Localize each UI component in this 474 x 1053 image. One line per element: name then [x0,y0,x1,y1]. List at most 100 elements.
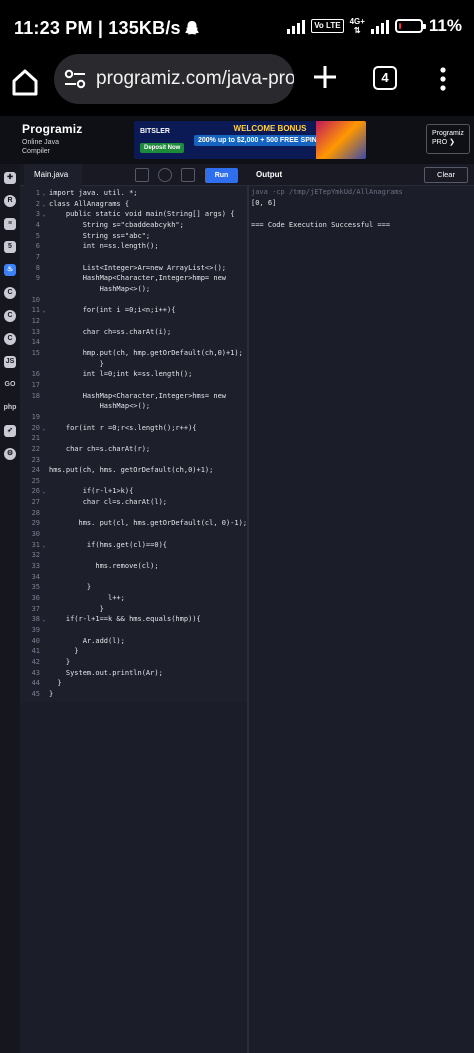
theme-toggle-icon[interactable] [158,168,172,182]
code-line[interactable]: 43 System.out.println(Ar); [20,668,247,679]
code-line[interactable]: 2 ⌄ class AllAnagrams { [20,199,247,210]
code-line[interactable]: 37 } [20,604,247,615]
fold-chevron-icon[interactable]: ⌄ [42,188,46,199]
code-line[interactable]: 12 [20,316,247,327]
code-line[interactable]: 31 ⌄ if(hms.get(cl)==0){ [20,540,247,551]
code-line[interactable]: 29 hms. put(cl, hms.getOrDefault(cl, 0)-… [20,518,248,529]
code-text[interactable]: String s="cbaddeabcykh"; [49,220,184,231]
fold-chevron-icon[interactable]: ⌄ [42,209,46,220]
url-text[interactable]: programiz.com/java-progra [96,68,294,90]
code-line[interactable]: 7 [20,252,247,263]
code-line[interactable]: 22 char ch=s.charAt(r); [20,444,247,455]
code-text[interactable]: char ch=s.charAt(r); [49,444,150,455]
code-text[interactable]: HashMap<Character,Integer>hmp= new [49,273,226,284]
code-line[interactable]: 9 HashMap<Character,Integer>hmp= new [20,273,247,284]
code-editor[interactable]: 1 ⌄ import java. util. *; 2 ⌄ class AllAnagra… [20,186,247,702]
code-text[interactable]: l++; [49,593,125,604]
code-line[interactable]: 16 int l=0;int k=ss.length(); [20,369,247,380]
code-line[interactable]: 13 char ch=ss.charAt(i); [20,327,247,338]
code-text[interactable]: for(int r =0;r<s.length();r++){ [49,423,197,434]
c-icon[interactable]: C [0,281,20,304]
home-icon[interactable] [10,67,40,97]
code-line[interactable]: 1 ⌄ import java. util. *; [20,188,247,199]
code-text[interactable]: if(r-l+1>k){ [49,486,134,497]
code-text[interactable]: import java. util. *; [49,188,138,199]
programiz-pro-button[interactable]: Programiz PRO ❯ [426,124,470,154]
rust-icon[interactable]: ⚙ [0,442,20,465]
code-line[interactable]: 36 l++; [20,593,247,604]
go-icon[interactable]: GO [0,373,20,396]
python-icon[interactable]: ✚ [0,166,20,189]
code-line[interactable]: 28 [20,508,247,519]
code-line[interactable]: } [20,359,247,370]
swift-icon[interactable]: ➶ [0,419,20,442]
code-text[interactable]: char cl=s.charAt(l); [49,497,167,508]
code-text[interactable]: HashMap<Character,Integer>hms= new [49,391,226,402]
address-bar[interactable]: programiz.com/java-progra [54,54,294,104]
editor-empty-area[interactable] [20,702,247,1053]
code-line[interactable]: 42 } [20,657,247,668]
code-line[interactable]: 44 } [20,678,247,689]
code-text[interactable]: int n=ss.length(); [49,241,159,252]
code-line[interactable]: 6 int n=ss.length(); [20,241,247,252]
code-text[interactable]: for(int i =0;i<n;i++){ [49,305,176,316]
code-text[interactable]: hmp.put(ch, hmp.getOrDefault(ch,0)+1); [49,348,243,359]
ad-deposit-button[interactable]: Deposit Now [140,143,185,153]
code-text[interactable]: } [49,678,61,689]
run-button[interactable]: Run [205,168,238,183]
code-line[interactable]: 30 [20,529,247,540]
code-line[interactable]: 33 hms.remove(cl); [20,561,247,572]
javascript-icon[interactable]: JS [0,350,20,373]
sql-icon[interactable]: ≡ [0,212,20,235]
code-line[interactable]: 21 [20,433,247,444]
cpp-icon[interactable]: C [0,304,20,327]
code-line[interactable]: 3 ⌄ public static void main(String[] args… [20,209,247,220]
code-line[interactable]: 8 List<Integer>Ar=new ArrayList<>(); [20,263,247,274]
code-line[interactable]: 24 hms.put(ch, hms. getOrDefault(ch,0)+1)… [20,465,247,476]
code-line[interactable]: 39 [20,625,247,636]
code-line[interactable]: 19 [20,412,247,423]
code-line[interactable]: 10 [20,295,247,306]
code-line[interactable]: 5 String ss="abc"; [20,231,247,242]
code-text[interactable]: } [49,657,70,668]
share-icon[interactable] [181,168,195,182]
code-line[interactable]: 23 [20,455,247,466]
code-line[interactable]: HashMap<>(); [20,284,247,295]
more-options-icon[interactable] [438,66,448,92]
file-tab-main-java[interactable]: Main.java [24,164,82,186]
code-line[interactable]: 18 HashMap<Character,Integer>hms= new [20,391,247,402]
html-icon[interactable]: 5 [0,235,20,258]
fold-chevron-icon[interactable]: ⌄ [42,540,46,551]
code-text[interactable]: hms. put(cl, hms.getOrDefault(cl, 0)-1); [49,518,248,529]
fullscreen-icon[interactable] [135,168,149,182]
code-line[interactable]: 4 String s="cbaddeabcykh"; [20,220,247,231]
code-text[interactable]: } [49,646,78,657]
code-line[interactable]: 17 [20,380,247,391]
code-text[interactable]: if(hms.get(cl)==0){ [49,540,167,551]
code-text[interactable]: Ar.add(l); [49,636,125,647]
code-line[interactable]: 40 Ar.add(l); [20,636,247,647]
code-line[interactable]: HashMap<>(); [20,401,247,412]
csharp-icon[interactable]: C [0,327,20,350]
code-text[interactable]: public static void main(String[] args) { [49,209,235,220]
code-line[interactable]: 11 ⌄ for(int i =0;i<n;i++){ [20,305,247,316]
php-icon[interactable]: php [0,396,20,419]
code-text[interactable]: int l=0;int k=ss.length(); [49,369,193,380]
programiz-logo[interactable]: Programiz Online Java Compiler [22,122,82,156]
code-line[interactable]: 38 ⌄ if(r-l+1==k && hms.equals(hmp)){ [20,614,247,625]
code-line[interactable]: 45} [20,689,247,700]
code-text[interactable]: List<Integer>Ar=new ArrayList<>(); [49,263,226,274]
code-text[interactable]: String ss="abc"; [49,231,150,242]
code-line[interactable]: 35 } [20,582,247,593]
code-line[interactable]: 34 [20,572,247,583]
java-icon[interactable]: ♨ [0,258,20,281]
clear-button[interactable]: Clear [424,167,468,183]
new-tab-icon[interactable] [312,64,338,90]
code-text[interactable]: class AllAnagrams { [49,199,129,210]
code-line[interactable]: 26 ⌄ if(r-l+1>k){ [20,486,247,497]
code-line[interactable]: 14 [20,337,247,348]
code-text[interactable]: System.out.println(Ar); [49,668,163,679]
fold-chevron-icon[interactable]: ⌄ [42,305,46,316]
code-text[interactable]: hms.put(ch, hms. getOrDefault(ch,0)+1); [49,465,213,476]
code-line[interactable]: 25 [20,476,247,487]
